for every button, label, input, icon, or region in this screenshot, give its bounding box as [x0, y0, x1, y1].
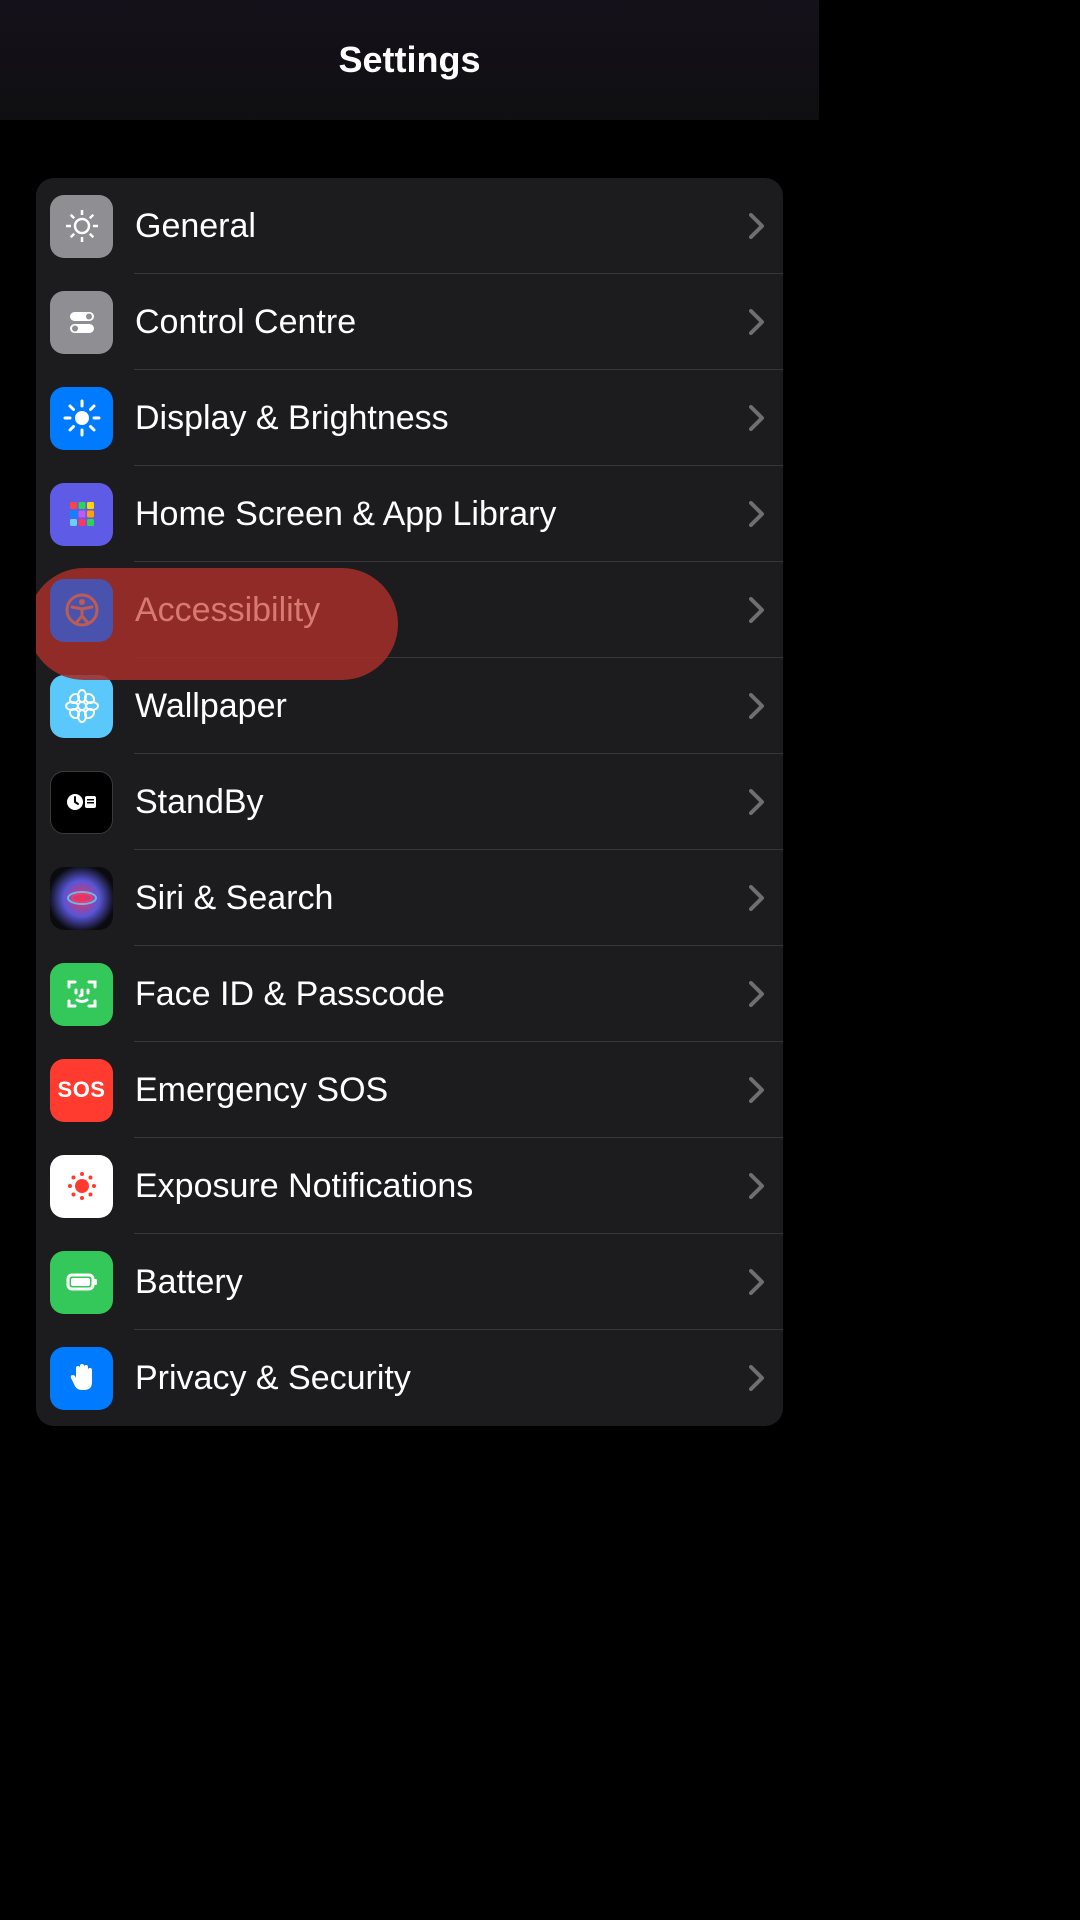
chevron-right-icon [749, 213, 765, 239]
chevron-right-icon [749, 405, 765, 431]
row-label: Face ID & Passcode [135, 975, 749, 1014]
app-grid-icon [50, 483, 113, 546]
page-title: Settings [338, 39, 480, 81]
chevron-right-icon [749, 1173, 765, 1199]
toggles-icon [50, 291, 113, 354]
siri-icon [50, 867, 113, 930]
row-control-centre[interactable]: Control Centre [36, 274, 783, 370]
header-bar: Settings [0, 0, 819, 120]
row-faceid-passcode[interactable]: Face ID & Passcode [36, 946, 783, 1042]
chevron-right-icon [749, 597, 765, 623]
accessibility-icon [50, 579, 113, 642]
chevron-right-icon [749, 693, 765, 719]
row-label: Privacy & Security [135, 1359, 749, 1398]
settings-content: General Control Centre Display & B [0, 120, 819, 1426]
clock-widget-icon [50, 771, 113, 834]
flower-icon [50, 675, 113, 738]
row-accessibility[interactable]: Accessibility [36, 562, 783, 658]
row-battery[interactable]: Battery [36, 1234, 783, 1330]
chevron-right-icon [749, 501, 765, 527]
chevron-right-icon [749, 789, 765, 815]
chevron-right-icon [749, 885, 765, 911]
sun-icon [50, 387, 113, 450]
row-label: Emergency SOS [135, 1071, 749, 1110]
row-standby[interactable]: StandBy [36, 754, 783, 850]
sos-icon: SOS [50, 1059, 113, 1122]
row-label: Control Centre [135, 303, 749, 342]
row-label: Display & Brightness [135, 399, 749, 438]
row-label: Siri & Search [135, 879, 749, 918]
row-home-screen[interactable]: Home Screen & App Library [36, 466, 783, 562]
row-label: General [135, 207, 749, 246]
hand-icon [50, 1347, 113, 1410]
row-display-brightness[interactable]: Display & Brightness [36, 370, 783, 466]
row-siri-search[interactable]: Siri & Search [36, 850, 783, 946]
gear-icon [50, 195, 113, 258]
row-label: Wallpaper [135, 687, 749, 726]
faceid-icon [50, 963, 113, 1026]
row-label: Home Screen & App Library [135, 495, 749, 534]
row-label: Accessibility [135, 591, 749, 630]
settings-group: General Control Centre Display & B [36, 178, 783, 1426]
row-general[interactable]: General [36, 178, 783, 274]
chevron-right-icon [749, 1077, 765, 1103]
chevron-right-icon [749, 1269, 765, 1295]
row-label: StandBy [135, 783, 749, 822]
row-label: Battery [135, 1263, 749, 1302]
row-exposure-notifications[interactable]: Exposure Notifications [36, 1138, 783, 1234]
row-wallpaper[interactable]: Wallpaper [36, 658, 783, 754]
row-emergency-sos[interactable]: SOS Emergency SOS [36, 1042, 783, 1138]
chevron-right-icon [749, 1365, 765, 1391]
exposure-icon [50, 1155, 113, 1218]
row-privacy-security[interactable]: Privacy & Security [36, 1330, 783, 1426]
battery-icon [50, 1251, 113, 1314]
row-label: Exposure Notifications [135, 1167, 749, 1206]
chevron-right-icon [749, 981, 765, 1007]
chevron-right-icon [749, 309, 765, 335]
